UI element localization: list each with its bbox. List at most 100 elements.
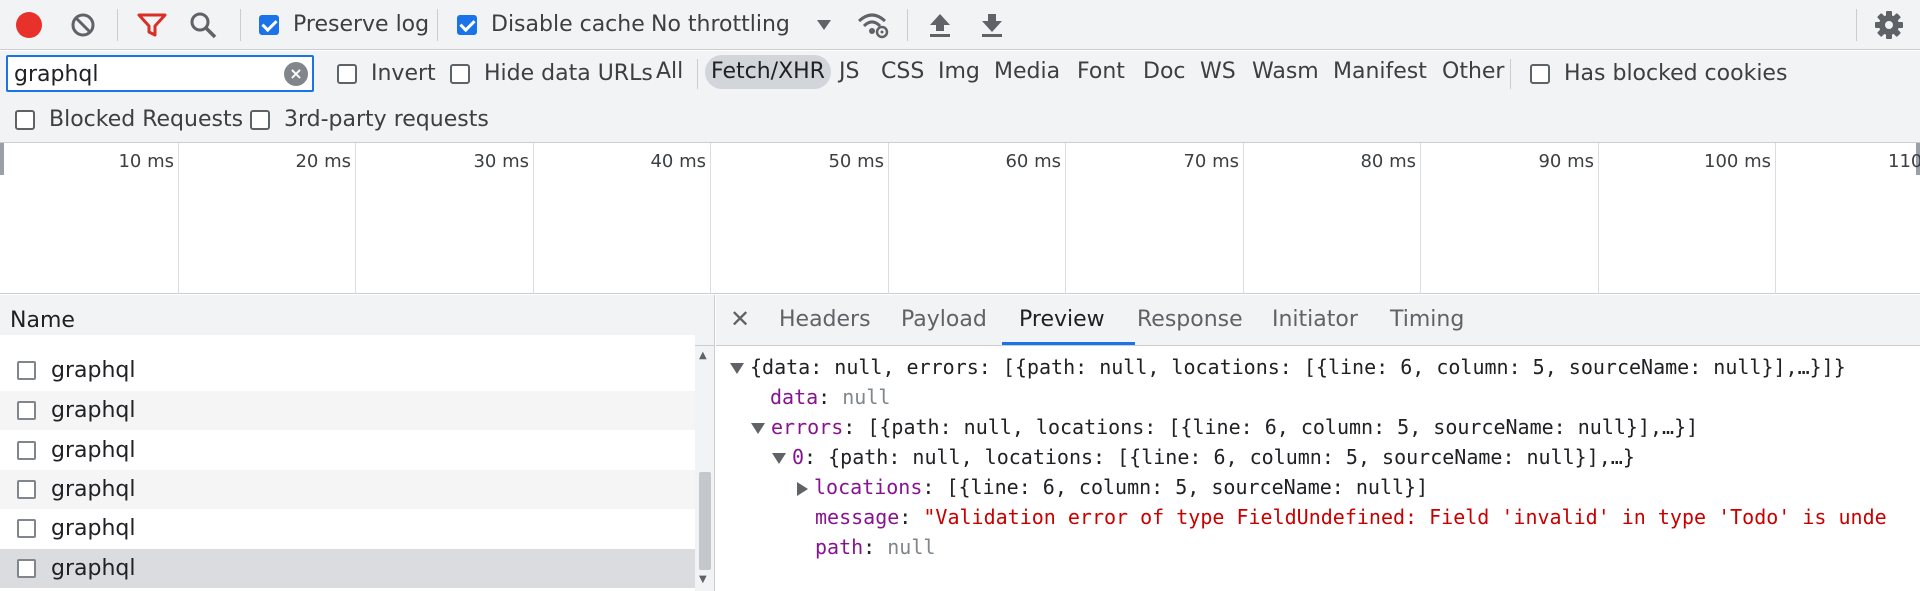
type-filter-ws[interactable]: WS — [1194, 55, 1242, 89]
disable-cache-checkbox[interactable] — [457, 14, 477, 35]
request-name: graphql — [51, 556, 136, 581]
has-blocked-cookies-checkbox[interactable] — [1530, 63, 1550, 84]
json-key: message — [815, 505, 900, 529]
type-filter-font[interactable]: Font — [1071, 55, 1131, 89]
table-row-selected[interactable]: graphql — [0, 549, 695, 588]
overview-window-left-handle[interactable] — [0, 143, 4, 175]
record-button[interactable] — [16, 12, 42, 38]
row-checkbox[interactable] — [17, 361, 36, 380]
type-filter-other[interactable]: Other — [1436, 55, 1510, 89]
type-filter-media[interactable]: Media — [988, 55, 1066, 89]
clear-icon — [71, 13, 95, 37]
tab-preview[interactable]: Preview — [1019, 307, 1105, 332]
scrollbar-thumb[interactable] — [699, 472, 711, 570]
throttling-select[interactable]: No throttling — [651, 12, 832, 37]
timeline-tick-label: 110 — [1888, 151, 1920, 172]
type-filter-manifest[interactable]: Manifest — [1327, 55, 1433, 89]
blocked-requests-label: Blocked Requests — [49, 107, 244, 132]
third-party-requests-toggle[interactable]: 3rd-party requests — [250, 107, 489, 132]
network-conditions-button[interactable] — [856, 10, 890, 40]
type-filter-wasm[interactable]: Wasm — [1246, 55, 1325, 89]
expand-down-icon[interactable] — [751, 423, 765, 434]
type-filter-js[interactable]: JS — [833, 55, 865, 89]
json-message-row: message: "Validation error of type Field… — [815, 505, 1887, 529]
invert-toggle[interactable]: Invert — [337, 61, 436, 86]
tab-payload[interactable]: Payload — [901, 307, 987, 332]
json-summary: {path: null, locations: [{line: 6, colum… — [828, 445, 1635, 469]
type-filter-img[interactable]: Img — [932, 55, 986, 89]
type-filter-doc[interactable]: Doc — [1137, 55, 1192, 89]
hide-data-urls-checkbox[interactable] — [450, 63, 470, 84]
type-filter-fetch-xhr[interactable]: Fetch/XHR — [705, 55, 831, 89]
disable-cache-toggle[interactable]: Disable cache — [457, 12, 645, 37]
third-party-requests-label: 3rd-party requests — [284, 107, 489, 132]
filter-divider — [1510, 59, 1511, 89]
type-filter-all[interactable]: All — [650, 55, 689, 89]
timeline-gridline — [355, 143, 356, 294]
json-error-item-row[interactable]: 0: {path: null, locations: [{line: 6, co… — [772, 445, 1635, 469]
blocked-requests-checkbox[interactable] — [15, 109, 35, 130]
scroll-up-icon[interactable]: ▲ — [699, 350, 707, 361]
request-name: graphql — [51, 358, 136, 383]
blocked-requests-toggle[interactable]: Blocked Requests — [15, 107, 243, 132]
table-row[interactable]: graphql — [0, 470, 695, 509]
hide-data-urls-label: Hide data URLs — [484, 61, 653, 86]
clear-filter-icon[interactable]: × — [284, 62, 308, 86]
clear-button[interactable] — [70, 12, 96, 38]
requests-pane: Name graphql graphql graphql graphql gra… — [0, 295, 715, 591]
table-row[interactable]: graphql — [0, 391, 695, 430]
active-tab-indicator — [1002, 342, 1135, 345]
json-root-row[interactable]: {data: null, errors: [{path: null, locat… — [730, 355, 1846, 379]
json-key: 0 — [792, 445, 805, 469]
column-header-name[interactable]: Name — [10, 308, 75, 333]
preserve-log-toggle[interactable]: Preserve log — [259, 12, 429, 37]
has-blocked-cookies-toggle[interactable]: Has blocked cookies — [1530, 61, 1787, 86]
expand-right-icon[interactable] — [797, 481, 808, 496]
table-row[interactable]: graphql — [0, 509, 695, 548]
expand-down-icon[interactable] — [730, 363, 744, 374]
row-checkbox[interactable] — [17, 559, 36, 578]
network-settings-button[interactable] — [1875, 11, 1903, 39]
json-locations-row[interactable]: locations: [{line: 6, column: 5, sourceN… — [797, 475, 1428, 499]
invert-label: Invert — [371, 61, 436, 86]
timeline-tick-label: 50 ms — [828, 151, 884, 172]
timeline-tick-label: 60 ms — [1005, 151, 1061, 172]
close-details-icon[interactable]: ✕ — [730, 305, 750, 333]
timeline-tick-label: 70 ms — [1183, 151, 1239, 172]
type-filter-css[interactable]: CSS — [875, 55, 930, 89]
hide-data-urls-toggle[interactable]: Hide data URLs — [450, 61, 653, 86]
json-key: errors — [771, 415, 844, 439]
json-value: null — [842, 385, 891, 409]
table-row[interactable]: graphql — [0, 431, 695, 470]
tab-response[interactable]: Response — [1137, 307, 1243, 332]
row-checkbox[interactable] — [17, 480, 36, 499]
table-row[interactable]: graphql — [0, 351, 695, 390]
filter-input[interactable] — [14, 60, 284, 88]
expand-down-icon[interactable] — [772, 453, 786, 464]
row-checkbox[interactable] — [17, 519, 36, 538]
export-har-button[interactable] — [980, 12, 1004, 38]
preserve-log-label: Preserve log — [293, 12, 430, 37]
row-checkbox[interactable] — [17, 441, 36, 460]
scroll-down-icon[interactable]: ▼ — [699, 574, 707, 585]
third-party-requests-checkbox[interactable] — [250, 109, 270, 130]
tab-timing[interactable]: Timing — [1390, 307, 1464, 332]
json-errors-row[interactable]: errors: [{path: null, locations: [{line:… — [751, 415, 1698, 439]
search-button[interactable] — [189, 11, 217, 39]
tab-initiator[interactable]: Initiator — [1272, 307, 1358, 332]
timeline-gridline — [888, 143, 889, 294]
timeline-overview[interactable]: 10 ms 20 ms 30 ms 40 ms 50 ms 60 ms 70 ms 80 ms… — [0, 143, 1920, 294]
requests-scrollbar[interactable]: ▲ ▼ — [695, 346, 714, 591]
preserve-log-checkbox[interactable] — [259, 14, 279, 35]
invert-checkbox[interactable] — [337, 63, 357, 84]
timeline-tick-label: 20 ms — [295, 151, 351, 172]
table-row-partial[interactable] — [0, 335, 695, 349]
row-checkbox[interactable] — [17, 401, 36, 420]
gear-icon — [1875, 11, 1903, 39]
toolbar-divider — [240, 9, 241, 41]
filter-toggle-button[interactable] — [137, 12, 167, 38]
chevron-down-icon — [816, 19, 831, 30]
tab-headers[interactable]: Headers — [779, 307, 871, 332]
import-har-button[interactable] — [928, 12, 952, 38]
request-name: graphql — [51, 516, 136, 541]
